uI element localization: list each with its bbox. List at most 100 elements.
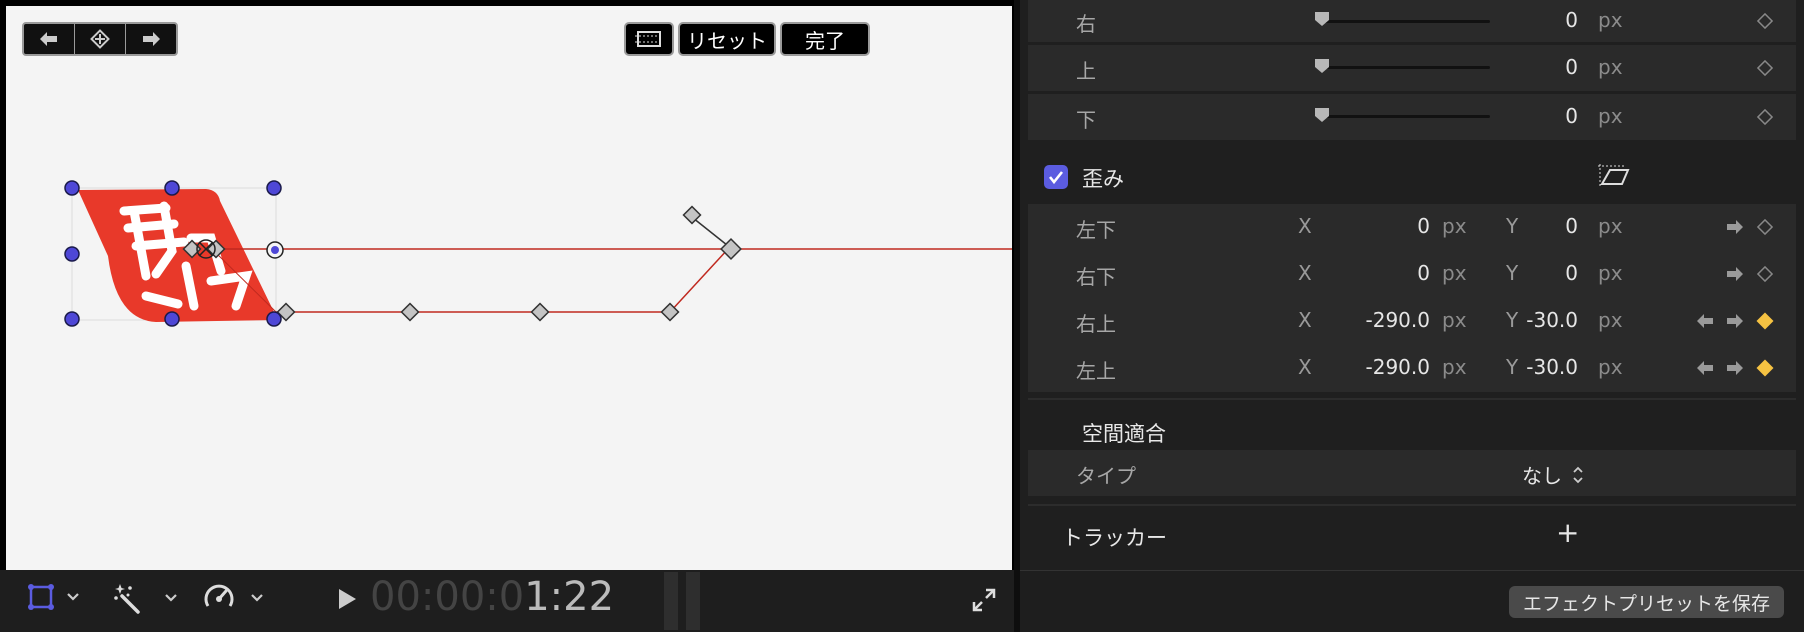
transform-menu[interactable]: [26, 582, 82, 612]
crop-bottom-label: 下: [1076, 108, 1096, 132]
fullscreen-icon: [972, 588, 996, 612]
crop-right-unit: px: [1598, 8, 1623, 32]
spatial-type-label: タイプ: [1076, 464, 1136, 488]
next-keyframe-icon: [143, 32, 160, 46]
y-unit: px: [1598, 214, 1623, 238]
chevron-down-icon: [251, 594, 263, 602]
distort-label: 左下: [1076, 218, 1116, 242]
distort-title: 歪み: [1082, 167, 1124, 191]
prev-keyframe-button[interactable]: [24, 24, 75, 54]
x-unit: px: [1442, 261, 1467, 285]
next-keyframe-icon[interactable]: [1724, 217, 1746, 237]
motion-path-overlay[interactable]: [6, 6, 1012, 570]
viewer-panel: リセット 完了 00:00:01:22: [0, 0, 1014, 632]
spatial-type-popup[interactable]: なし: [1522, 460, 1586, 489]
y-unit: px: [1598, 355, 1623, 379]
distort-row-bottom-left: 左下 X 0 px Y 0 px: [1028, 204, 1796, 250]
popup-chevron-icon: [1573, 466, 1583, 483]
y-value[interactable]: -30.0: [1498, 308, 1578, 332]
transform-icon: [28, 584, 54, 610]
crop-overlay-button[interactable]: [624, 22, 674, 56]
x-value[interactable]: 0: [1298, 214, 1430, 238]
distort-section-header: 歪み: [1028, 150, 1796, 202]
prev-keyframe-icon[interactable]: [1694, 358, 1716, 378]
speed-menu[interactable]: [202, 582, 266, 614]
keyframe-diamond-icon[interactable]: [1756, 218, 1774, 236]
next-keyframe-icon[interactable]: [1724, 358, 1746, 378]
section-divider: [1028, 398, 1796, 400]
prev-keyframe-icon: [40, 32, 57, 46]
add-keyframe-icon: [90, 29, 110, 49]
crop-top-label: 上: [1076, 59, 1096, 83]
distort-label: 右上: [1076, 312, 1116, 336]
distort-row-top-left: 左上 X -290.0 px Y -30.0 px: [1028, 345, 1796, 391]
keyframe-diamond-icon[interactable]: [1756, 265, 1774, 283]
x-value[interactable]: -290.0: [1298, 355, 1430, 379]
spatial-type-value: なし: [1522, 464, 1562, 488]
viewer-canvas[interactable]: リセット 完了: [6, 6, 1012, 570]
prev-keyframe-icon[interactable]: [1694, 311, 1716, 331]
slider-knob[interactable]: [1314, 58, 1330, 74]
save-effects-preset-button[interactable]: エフェクトプリセットを保存: [1508, 586, 1784, 618]
spatial-type-row: タイプ なし: [1028, 450, 1796, 496]
keyframe-diamond-icon[interactable]: [1756, 108, 1774, 126]
crop-top-unit: px: [1598, 55, 1623, 79]
slider-knob[interactable]: [1314, 11, 1330, 27]
chevron-down-icon: [165, 594, 177, 602]
fullscreen-button[interactable]: [970, 586, 998, 614]
crop-top-value[interactable]: 0: [1498, 55, 1578, 79]
magic-wand-icon: [114, 584, 140, 614]
audio-meter: [664, 572, 704, 630]
crop-right-value[interactable]: 0: [1498, 8, 1578, 32]
next-keyframe-icon[interactable]: [1724, 264, 1746, 284]
y-unit: px: [1598, 308, 1623, 332]
play-button[interactable]: [336, 586, 358, 612]
distort-label: 左上: [1076, 359, 1116, 383]
keyframe-diamond-icon[interactable]: [1756, 12, 1774, 30]
distort-row-bottom-right: 右下 X 0 px Y 0 px: [1028, 251, 1796, 297]
checkmark-icon: [1048, 171, 1064, 185]
inspector-panel: 右 0 px 上 0 px 下 0 px 歪み 左下 X 0 px Y 0 px…: [1020, 0, 1804, 570]
distort-checkbox[interactable]: [1044, 165, 1068, 189]
x-unit: px: [1442, 214, 1467, 238]
slider-knob[interactable]: [1314, 107, 1330, 123]
y-value[interactable]: 0: [1498, 214, 1578, 238]
reset-button[interactable]: リセット: [678, 22, 776, 56]
distort-row-top-right: 右上 X -290.0 px Y -30.0 px: [1028, 298, 1796, 344]
x-value[interactable]: -290.0: [1298, 308, 1430, 332]
tracker-title: トラッカー: [1062, 526, 1167, 550]
x-unit: px: [1442, 308, 1467, 332]
next-keyframe-icon[interactable]: [1724, 311, 1746, 331]
y-value[interactable]: -30.0: [1498, 355, 1578, 379]
crop-overlay-icon: [635, 31, 663, 47]
enhance-menu[interactable]: [112, 582, 180, 614]
keyframe-diamond-icon[interactable]: [1756, 359, 1774, 377]
chevron-down-icon: [67, 593, 79, 601]
section-divider: [1028, 504, 1796, 506]
timecode-dim: 00:00:0: [370, 574, 525, 620]
play-icon: [339, 589, 356, 609]
distort-label: 右下: [1076, 265, 1116, 289]
speed-icon: [204, 584, 234, 607]
distort-icon[interactable]: [1596, 162, 1632, 190]
crop-right-slider[interactable]: [1318, 20, 1490, 23]
timecode-display[interactable]: 00:00:01:22: [370, 574, 614, 620]
next-keyframe-button[interactable]: [126, 24, 176, 54]
crop-row-right: 右 0 px: [1028, 0, 1796, 42]
x-value[interactable]: 0: [1298, 261, 1430, 285]
y-value[interactable]: 0: [1498, 261, 1578, 285]
crop-top-slider[interactable]: [1318, 66, 1490, 69]
timecode-lit: 1:22: [524, 574, 615, 620]
x-unit: px: [1442, 355, 1467, 379]
add-tracker-button[interactable]: +: [1556, 516, 1579, 549]
keyframe-diamond-icon[interactable]: [1756, 59, 1774, 77]
crop-row-bottom: 下 0 px: [1028, 94, 1796, 140]
crop-row-top: 上 0 px: [1028, 45, 1796, 91]
crop-bottom-value[interactable]: 0: [1498, 104, 1578, 128]
viewer-toolbar: 00:00:01:22: [0, 570, 1014, 632]
keyframe-diamond-icon[interactable]: [1756, 312, 1774, 330]
done-button[interactable]: 完了: [780, 22, 870, 56]
add-keyframe-button[interactable]: [75, 24, 126, 54]
inspector-footer: エフェクトプリセットを保存: [1020, 570, 1804, 632]
crop-bottom-slider[interactable]: [1318, 115, 1490, 118]
